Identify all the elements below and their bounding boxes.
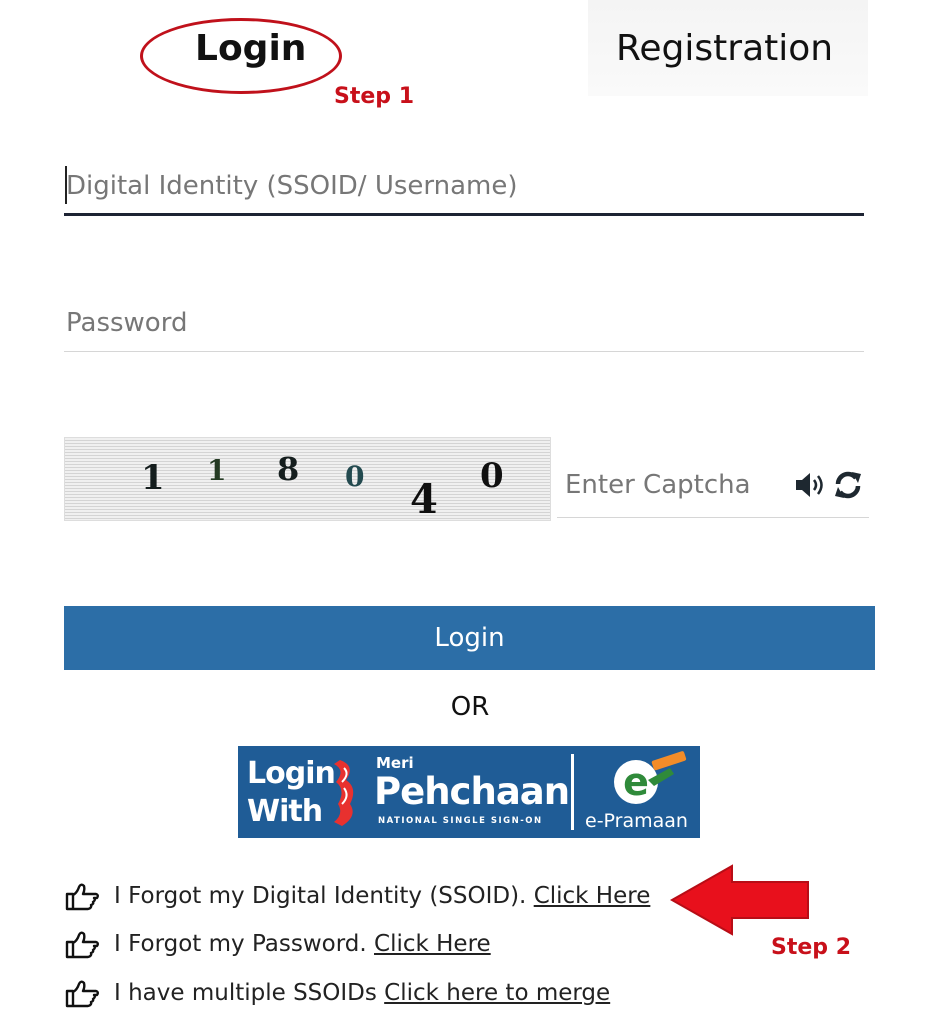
step2-arrow-icon xyxy=(669,864,809,936)
pehchaan-brand: Pehchaan xyxy=(374,770,570,813)
pehchaan-line1: Login xyxy=(247,756,336,791)
merge-ssoids-link[interactable]: Click here to merge xyxy=(384,980,610,1006)
refresh-icon[interactable] xyxy=(832,469,864,501)
step2-label: Step 2 xyxy=(771,935,851,960)
step1-highlight-ellipse xyxy=(140,18,342,94)
pehchaan-logo-icon xyxy=(334,760,354,826)
pehchaan-line2: With xyxy=(247,794,323,829)
captcha-digit: 0 xyxy=(480,456,504,496)
hand-pointing-right-icon xyxy=(65,980,99,1008)
captcha-digit: 4 xyxy=(410,476,438,523)
login-with-meri-pehchaan-button[interactable]: Login With Meri Pehchaan NATIONAL SINGLE… xyxy=(238,746,700,838)
pehchaan-tagline: NATIONAL SINGLE SIGN-ON xyxy=(378,816,543,826)
pehchaan-divider xyxy=(571,754,574,830)
login-button[interactable]: Login xyxy=(64,606,875,670)
help-text: I have multiple SSOIDs xyxy=(114,980,377,1006)
help-text: I Forgot my Password. xyxy=(114,931,367,957)
captcha-digit: 1 xyxy=(141,458,165,498)
ssoid-input[interactable] xyxy=(64,158,864,213)
pehchaan-login-with: Login With xyxy=(247,755,336,831)
speaker-icon[interactable] xyxy=(794,470,828,500)
hand-pointing-right-icon xyxy=(65,883,99,911)
password-field xyxy=(64,294,864,352)
password-input[interactable] xyxy=(64,294,864,351)
text-cursor xyxy=(65,166,67,204)
or-separator: OR xyxy=(450,692,490,722)
svg-text:e: e xyxy=(623,760,649,804)
captcha-image: 1 1 8 0 4 0 xyxy=(64,437,551,523)
step1-label: Step 1 xyxy=(334,84,414,109)
forgot-password-link[interactable]: Click Here xyxy=(374,931,491,957)
captcha-digit: 0 xyxy=(345,460,365,493)
captcha-field xyxy=(557,456,869,518)
captcha-digit: 8 xyxy=(277,450,300,488)
forgot-ssoid-link[interactable]: Click Here xyxy=(534,883,651,909)
tab-registration[interactable]: Registration xyxy=(588,0,868,96)
hand-pointing-right-icon xyxy=(65,931,99,959)
captcha-input[interactable] xyxy=(557,456,787,514)
epramaan-label: e-Pramaan xyxy=(585,810,688,832)
captcha-digit: 1 xyxy=(207,454,227,487)
epramaan-logo-icon: e xyxy=(614,751,687,804)
help-text: I Forgot my Digital Identity (SSOID). xyxy=(114,883,527,909)
ssoid-field xyxy=(64,158,864,216)
tab-registration-label: Registration xyxy=(616,28,834,69)
